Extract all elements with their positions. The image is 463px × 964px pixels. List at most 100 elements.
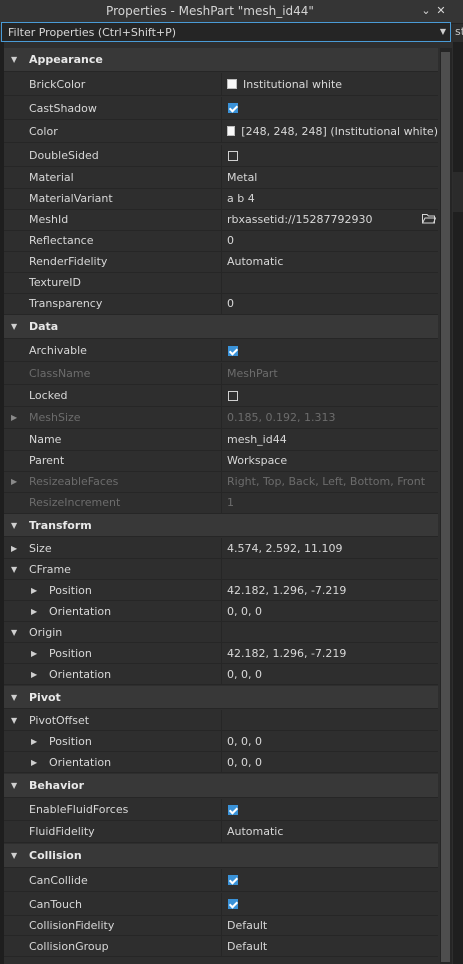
filter-dropdown-icon[interactable]: ▼ bbox=[440, 23, 446, 41]
property-row-brickcolor[interactable]: BrickColor Institutional white bbox=[4, 73, 438, 96]
property-row-doublesided[interactable]: DoubleSided bbox=[4, 145, 438, 167]
property-row-collisionfidelity[interactable]: CollisionFidelity Default bbox=[4, 915, 438, 936]
category-appearance[interactable]: Appearance bbox=[4, 48, 438, 72]
expand-right-arrow-icon[interactable] bbox=[31, 664, 37, 684]
property-row-renderfidelity[interactable]: RenderFidelity Automatic bbox=[4, 251, 438, 273]
property-value-cell[interactable]: Institutional white bbox=[221, 73, 438, 95]
property-value-cell[interactable] bbox=[221, 145, 438, 166]
property-row-locked[interactable]: Locked bbox=[4, 385, 438, 407]
vertical-scrollbar[interactable] bbox=[440, 48, 452, 964]
collapse-arrow-icon[interactable] bbox=[11, 48, 17, 71]
property-row-position-sub[interactable]: Position 0, 0, 0 bbox=[4, 731, 438, 752]
property-value-cell[interactable]: 0, 0, 0 bbox=[221, 731, 438, 751]
checkbox-unchecked[interactable] bbox=[228, 390, 238, 401]
expand-right-arrow-icon[interactable] bbox=[11, 538, 17, 558]
property-value-cell[interactable]: Default bbox=[221, 936, 438, 956]
property-value-cell[interactable]: Automatic bbox=[221, 251, 438, 272]
expand-right-arrow-icon[interactable] bbox=[31, 752, 37, 772]
property-row-origin[interactable]: Origin bbox=[4, 622, 438, 643]
expand-right-arrow-icon[interactable] bbox=[31, 731, 37, 751]
property-value-cell[interactable]: 0 bbox=[221, 293, 438, 314]
property-value-cell[interactable]: mesh_id44 bbox=[221, 429, 438, 450]
color-swatch[interactable] bbox=[227, 126, 236, 136]
checkbox-checked[interactable] bbox=[228, 804, 238, 815]
property-row-pivotoffset[interactable]: PivotOffset bbox=[4, 710, 438, 731]
expand-down-arrow-icon[interactable] bbox=[11, 622, 17, 642]
collapse-arrow-icon[interactable] bbox=[11, 315, 17, 338]
property-value-cell[interactable] bbox=[221, 710, 438, 730]
property-row-color[interactable]: Color [248, 248, 248] (Institutional whit… bbox=[4, 120, 438, 143]
property-value-cell[interactable] bbox=[221, 272, 438, 293]
collapse-arrow-icon[interactable] bbox=[11, 686, 17, 708]
property-value-cell[interactable]: 4.574, 2.592, 11.109 bbox=[221, 538, 438, 558]
property-value-cell[interactable]: a b 4 bbox=[221, 188, 438, 209]
property-value-cell[interactable]: 0, 0, 0 bbox=[221, 601, 438, 621]
checkbox-checked[interactable] bbox=[228, 899, 238, 909]
property-value-cell[interactable]: 42.182, 1.296, -7.219 bbox=[221, 643, 438, 663]
property-row-resizeincrement[interactable]: ResizeIncrement 1 bbox=[4, 492, 438, 514]
property-value-cell[interactable]: Metal bbox=[221, 167, 438, 188]
property-row-cancollide[interactable]: CanCollide bbox=[4, 869, 438, 892]
property-value-cell[interactable] bbox=[221, 340, 438, 361]
property-value-cell[interactable]: 0, 0, 0 bbox=[221, 752, 438, 772]
expand-right-arrow-icon[interactable] bbox=[31, 601, 37, 621]
property-row-size[interactable]: Size 4.574, 2.592, 11.109 bbox=[4, 538, 438, 559]
property-row-enablefluidforces[interactable]: EnableFluidForces bbox=[4, 799, 438, 821]
property-value-cell[interactable]: 42.182, 1.296, -7.219 bbox=[221, 580, 438, 600]
property-value-cell[interactable]: 0, 0, 0 bbox=[221, 664, 438, 684]
property-row-cantouch[interactable]: CanTouch bbox=[4, 893, 438, 916]
property-row-meshid[interactable]: MeshId rbxassetid://15287792930 bbox=[4, 209, 438, 231]
property-row-parent[interactable]: Parent Workspace bbox=[4, 450, 438, 472]
checkbox-checked[interactable] bbox=[228, 103, 238, 113]
collapse-arrow-icon[interactable] bbox=[11, 774, 17, 797]
collapse-arrow-icon[interactable] bbox=[11, 844, 17, 867]
property-row-classname[interactable]: ClassName MeshPart bbox=[4, 363, 438, 385]
expand-right-arrow-icon[interactable] bbox=[31, 643, 37, 663]
property-value-cell[interactable]: 0 bbox=[221, 230, 438, 251]
property-value-cell[interactable] bbox=[221, 869, 438, 891]
property-row-materialvariant[interactable]: MaterialVariant a b 4 bbox=[4, 188, 438, 210]
expand-right-arrow-icon[interactable] bbox=[31, 580, 37, 600]
expand-down-arrow-icon[interactable] bbox=[11, 559, 17, 579]
property-row-castshadow[interactable]: CastShadow bbox=[4, 97, 438, 120]
property-row-resizeablefaces[interactable]: ResizeableFaces Right, Top, Back, Left, B… bbox=[4, 471, 438, 493]
property-row-orientation-sub[interactable]: Orientation 0, 0, 0 bbox=[4, 752, 438, 773]
property-row-fluidfidelity[interactable]: FluidFidelity Automatic bbox=[4, 821, 438, 843]
category-collision[interactable]: Collision bbox=[4, 844, 438, 868]
folder-icon[interactable] bbox=[422, 213, 436, 224]
expand-right-arrow-icon[interactable] bbox=[11, 471, 17, 492]
property-row-transparency[interactable]: Transparency 0 bbox=[4, 293, 438, 315]
category-behavior[interactable]: Behavior bbox=[4, 774, 438, 798]
property-value-cell[interactable]: Automatic bbox=[221, 821, 438, 842]
expand-right-arrow-icon[interactable] bbox=[11, 407, 17, 428]
property-row-orientation-sub[interactable]: Orientation 0, 0, 0 bbox=[4, 601, 438, 622]
property-row-textureid[interactable]: TextureID bbox=[4, 272, 438, 294]
property-value-cell[interactable]: rbxassetid://15287792930 bbox=[221, 209, 438, 230]
property-row-reflectance[interactable]: Reflectance 0 bbox=[4, 230, 438, 252]
category-pivot[interactable]: Pivot bbox=[4, 686, 438, 709]
property-row-position-sub[interactable]: Position 42.182, 1.296, -7.219 bbox=[4, 580, 438, 601]
property-value-cell[interactable]: [248, 248, 248] (Institutional white) bbox=[221, 120, 438, 142]
property-row-archivable[interactable]: Archivable bbox=[4, 340, 438, 362]
property-row-collisiongroup[interactable]: CollisionGroup Default bbox=[4, 936, 438, 957]
property-value-cell[interactable] bbox=[221, 893, 438, 915]
property-value-cell[interactable] bbox=[221, 559, 438, 579]
collapse-arrow-icon[interactable] bbox=[11, 514, 17, 536]
checkbox-unchecked[interactable] bbox=[228, 150, 238, 161]
checkbox-checked[interactable] bbox=[228, 875, 238, 885]
property-value-cell[interactable] bbox=[221, 622, 438, 642]
scroll-thumb[interactable] bbox=[441, 52, 450, 962]
filter-properties-box[interactable]: ▼ bbox=[1, 22, 451, 42]
property-value-cell[interactable]: Default bbox=[221, 915, 438, 935]
property-value-cell[interactable] bbox=[221, 97, 438, 119]
property-value-cell[interactable]: Workspace bbox=[221, 450, 438, 471]
property-row-cframe[interactable]: CFrame bbox=[4, 559, 438, 580]
category-transform[interactable]: Transform bbox=[4, 514, 438, 537]
property-row-meshsize[interactable]: MeshSize 0.185, 0.192, 1.313 bbox=[4, 407, 438, 429]
color-swatch[interactable] bbox=[227, 79, 237, 89]
property-row-position-sub[interactable]: Position 42.182, 1.296, -7.219 bbox=[4, 643, 438, 664]
property-value-cell[interactable] bbox=[221, 385, 438, 406]
property-row-orientation-sub[interactable]: Orientation 0, 0, 0 bbox=[4, 664, 438, 685]
checkbox-checked[interactable] bbox=[228, 345, 238, 356]
property-row-name[interactable]: Name mesh_id44 bbox=[4, 429, 438, 451]
